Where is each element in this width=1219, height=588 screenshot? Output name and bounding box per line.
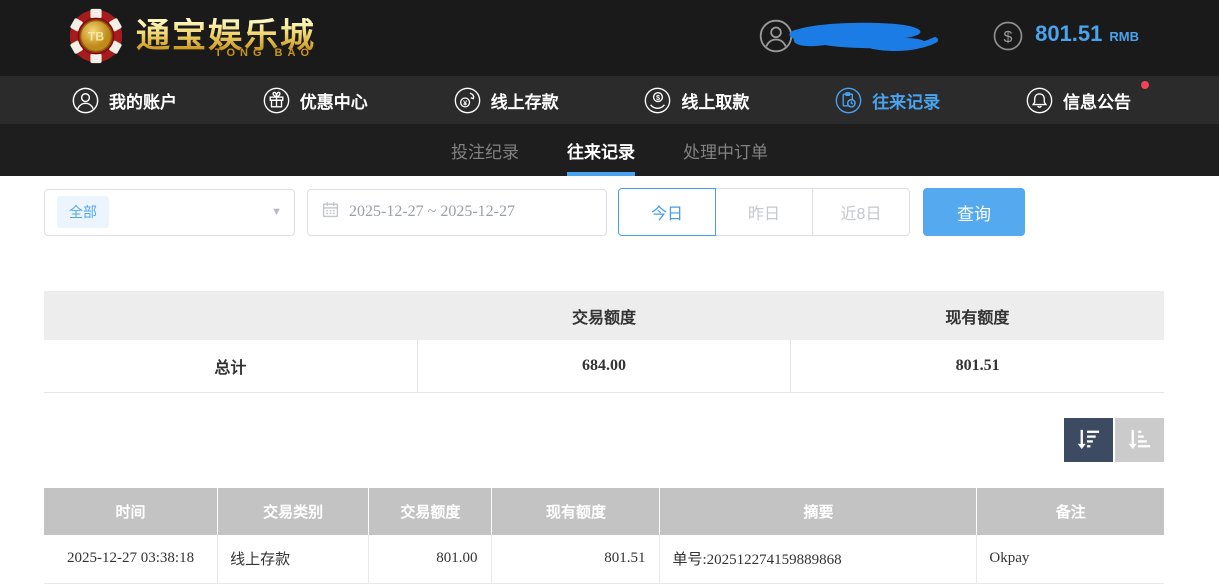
- svg-text:TB: TB: [88, 29, 104, 43]
- date-range-input[interactable]: 2025-12-27 ~ 2025-12-27: [307, 189, 607, 236]
- nav-item-online-deposit[interactable]: ¥ 线上存款: [454, 87, 559, 114]
- summary-total-transaction: 684.00: [417, 340, 790, 392]
- table-row: 2025-12-27 03:38:18 线上存款 801.00 801.51 单…: [44, 535, 1164, 584]
- svg-text:¥: ¥: [463, 98, 467, 107]
- user-account-area[interactable]: [759, 18, 941, 59]
- balance-amount: 801.51: [1035, 21, 1102, 47]
- col-amount: 交易额度: [369, 488, 492, 535]
- selected-type-chip: 全部: [57, 196, 109, 228]
- filter-bar: 全部 ▼ 2025-12-27 ~ 2025-12-27 今日: [44, 188, 1164, 236]
- record-balance: 801.51: [492, 535, 660, 584]
- summary-header-balance: 现有额度: [791, 291, 1164, 340]
- records-header-row: 时间 交易类别 交易额度 现有额度 摘要 备注: [44, 488, 1164, 535]
- content-area: 全部 ▼ 2025-12-27 ~ 2025-12-27 今日: [44, 188, 1164, 584]
- sort-asc-icon: [1126, 426, 1153, 453]
- col-balance: 现有额度: [492, 488, 660, 535]
- col-summary: 摘要: [660, 488, 977, 535]
- svg-text:$: $: [656, 93, 660, 102]
- chevron-down-icon: ▼: [271, 206, 282, 218]
- top-bar: TB 通宝娱乐城 TONG BAO $: [0, 0, 1219, 76]
- col-time: 时间: [44, 488, 218, 535]
- summary-total-row: 总计 684.00 801.51: [44, 340, 1164, 392]
- gift-icon: [263, 87, 290, 114]
- calendar-icon: [322, 201, 339, 223]
- summary-header-transaction: 交易额度: [417, 291, 790, 340]
- type-filter-dropdown[interactable]: 全部 ▼: [44, 189, 295, 236]
- tab-betting-records[interactable]: 投注纪录: [451, 124, 519, 176]
- quick-date-button-group: 今日 昨日 近8日: [618, 188, 910, 236]
- redacted-username-scribble: [783, 18, 941, 59]
- notification-dot: [1141, 81, 1149, 89]
- nav-label: 我的账户: [109, 88, 177, 113]
- nav-label: 信息公告: [1063, 88, 1131, 113]
- nav-item-my-account[interactable]: 我的账户: [72, 87, 177, 114]
- date-range-value: 2025-12-27 ~ 2025-12-27: [349, 203, 515, 221]
- balance-display[interactable]: $ 801.51 RMB: [993, 21, 1139, 56]
- brand-logo[interactable]: TB 通宝娱乐城 TONG BAO: [68, 8, 316, 69]
- last-8-days-button[interactable]: 近8日: [812, 188, 910, 236]
- sub-navigation: 投注纪录 往来记录 处理中订单: [0, 124, 1219, 176]
- nav-item-transaction-records[interactable]: 往来记录: [835, 87, 940, 114]
- col-note: 备注: [977, 488, 1164, 535]
- sort-controls: [44, 418, 1164, 462]
- tab-pending-orders[interactable]: 处理中订单: [683, 124, 768, 176]
- sort-descending-button[interactable]: [1064, 418, 1113, 462]
- balance-currency: RMB: [1109, 29, 1139, 44]
- summary-header-empty: [44, 291, 417, 340]
- svg-text:$: $: [1004, 27, 1013, 45]
- person-icon: [72, 87, 99, 114]
- sort-ascending-button[interactable]: [1115, 418, 1164, 462]
- dollar-coin-icon: $: [993, 21, 1023, 56]
- record-amount: 801.00: [369, 535, 492, 584]
- bell-icon: [1026, 87, 1053, 114]
- record-note: Okpay: [977, 535, 1164, 584]
- query-button[interactable]: 查询: [923, 188, 1025, 236]
- summary-total-balance: 801.51: [791, 340, 1164, 392]
- nav-item-online-withdrawal[interactable]: $ 线上取款: [644, 87, 749, 114]
- nav-item-announcements[interactable]: 信息公告: [1026, 87, 1131, 114]
- record-type: 线上存款: [218, 535, 369, 584]
- summary-total-label: 总计: [44, 340, 417, 392]
- nav-label: 线上取款: [681, 88, 749, 113]
- sort-desc-icon: [1075, 426, 1102, 453]
- withdraw-coin-hand-icon: $: [644, 87, 671, 114]
- deposit-coin-hand-icon: ¥: [454, 87, 481, 114]
- records-table: 时间 交易类别 交易额度 现有额度 摘要 备注 2025-12-27 03:38…: [44, 488, 1164, 585]
- tab-transaction-records[interactable]: 往来记录: [567, 124, 635, 176]
- yesterday-button[interactable]: 昨日: [715, 188, 813, 236]
- col-type: 交易类别: [218, 488, 369, 535]
- poker-chip-icon: TB: [68, 8, 124, 69]
- nav-label: 往来记录: [872, 88, 940, 113]
- clipboard-clock-icon: [835, 87, 862, 114]
- main-navigation: 我的账户 优惠中心 ¥ 线上存款: [0, 76, 1219, 124]
- nav-label: 线上存款: [491, 88, 559, 113]
- summary-table: 交易额度 现有额度 总计 684.00 801.51: [44, 291, 1164, 393]
- summary-header-row: 交易额度 现有额度: [44, 291, 1164, 340]
- today-button[interactable]: 今日: [618, 188, 716, 236]
- record-time: 2025-12-27 03:38:18: [44, 535, 218, 584]
- record-summary: 单号:202512274159889868: [660, 535, 977, 584]
- brand-subtitle: TONG BAO: [215, 47, 314, 59]
- nav-item-promotions[interactable]: 优惠中心: [263, 87, 368, 114]
- nav-label: 优惠中心: [300, 88, 368, 113]
